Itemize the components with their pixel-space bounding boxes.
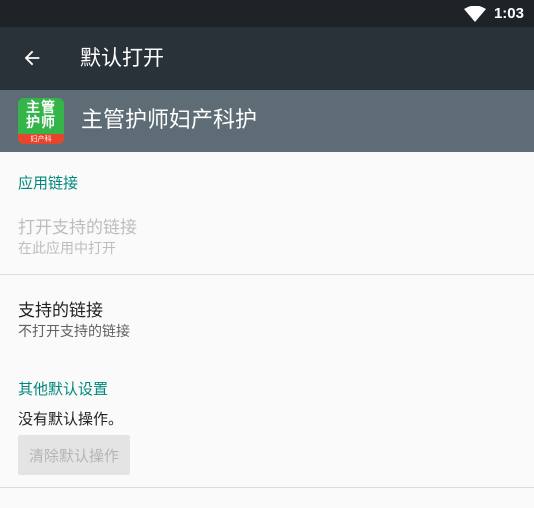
supported-links-title: 支持的链接 xyxy=(18,301,103,321)
wifi-icon xyxy=(463,5,486,22)
open-supported-links-title: 打开支持的链接 xyxy=(18,218,137,238)
divider xyxy=(0,487,534,488)
status-bar: 1:03 xyxy=(0,0,534,27)
toolbar: 默认打开 xyxy=(0,27,534,90)
app-icon: 主管 护师 妇产科 xyxy=(18,98,64,144)
open-supported-links-row[interactable]: 打开支持的链接 在此应用中打开 xyxy=(0,200,534,274)
supported-links-row[interactable]: 支持的链接 不打开支持的链接 xyxy=(0,282,534,352)
section-header-app-links: 应用链接 xyxy=(18,174,79,192)
supported-links-subtitle: 不打开支持的链接 xyxy=(18,324,130,340)
app-header: 主管 护师 妇产科 主管护师妇产科护 xyxy=(0,90,534,152)
status-icons: 1:03 xyxy=(463,0,524,27)
back-button[interactable] xyxy=(10,36,54,80)
clock: 1:03 xyxy=(493,5,524,22)
default-actions-status: 没有默认操作。 xyxy=(18,410,124,428)
back-arrow-icon xyxy=(24,50,40,66)
section-header-other-defaults: 其他默认设置 xyxy=(18,380,109,398)
app-icon-text: 主管 护师 xyxy=(26,100,56,131)
app-icon-bar: 妇产科 xyxy=(18,134,64,144)
open-supported-links-subtitle: 在此应用中打开 xyxy=(18,241,116,257)
app-name: 主管护师妇产科护 xyxy=(81,108,258,133)
divider xyxy=(0,274,534,275)
clear-defaults-button[interactable]: 清除默认操作 xyxy=(18,435,130,475)
page-title: 默认打开 xyxy=(80,46,164,70)
